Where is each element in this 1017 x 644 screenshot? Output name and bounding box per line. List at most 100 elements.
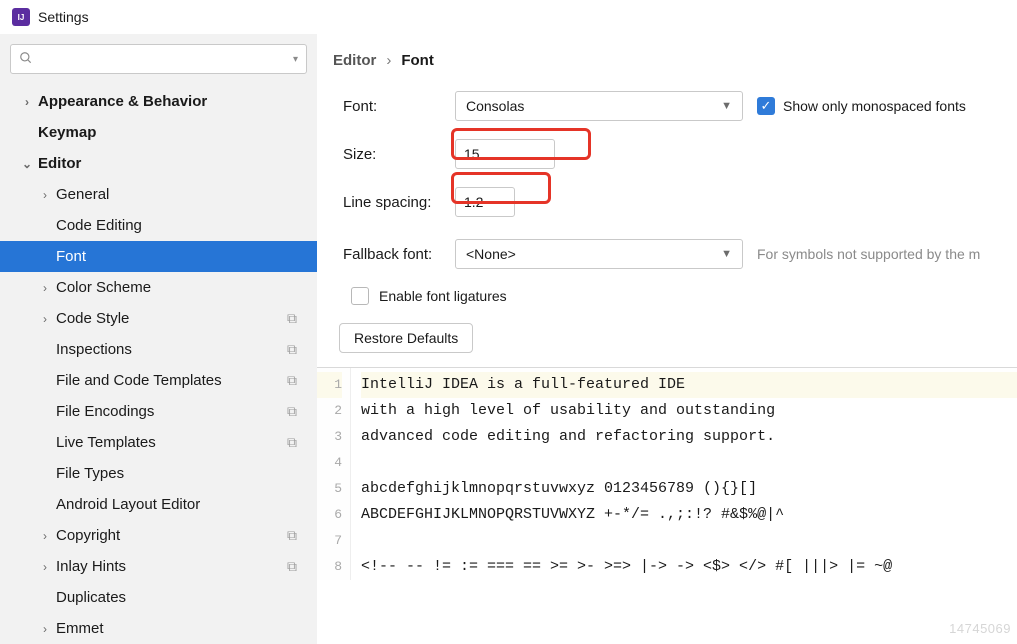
sidebar-item-code-editing[interactable]: ›Code Editing xyxy=(0,210,317,241)
sidebar-item-file-types[interactable]: ›File Types xyxy=(0,458,317,489)
sidebar-item-android-layout-editor[interactable]: ›Android Layout Editor xyxy=(0,489,317,520)
watermark: 14745069 xyxy=(949,621,1011,636)
sidebar-item-label: File and Code Templates xyxy=(56,372,222,389)
sidebar-item-duplicates[interactable]: ›Duplicates xyxy=(0,582,317,613)
sidebar-item-label: Appearance & Behavior xyxy=(38,93,207,110)
size-label: Size: xyxy=(343,146,455,163)
size-input[interactable]: 15 xyxy=(455,139,555,169)
sidebar-item-copyright[interactable]: ›Copyright⧉ xyxy=(0,520,317,551)
breadcrumb: Editor › Font xyxy=(333,52,1017,91)
sidebar-item-label: Duplicates xyxy=(56,589,126,606)
sidebar-item-label: Emmet xyxy=(56,620,104,637)
sidebar-item-code-style[interactable]: › Code Style ⧉ xyxy=(0,303,317,334)
sidebar-item-label: Font xyxy=(56,248,86,265)
sidebar-item-label: Android Layout Editor xyxy=(56,496,200,513)
search-dropdown-icon[interactable]: ▾ xyxy=(293,54,298,65)
sidebar-item-label: Keymap xyxy=(38,124,96,141)
chevron-down-icon: ▼ xyxy=(721,100,732,112)
fallback-hint: For symbols not supported by the m xyxy=(757,246,980,262)
code-line: <!-- -- != := === == >= >- >=> |-> -> <$… xyxy=(361,554,1017,580)
sidebar-item-label: General xyxy=(56,186,109,203)
gutter-line: 5 xyxy=(317,476,342,502)
sidebar-item-label: Copyright xyxy=(56,527,120,544)
scope-badge-icon: ⧉ xyxy=(287,558,297,575)
sidebar-item-label: Inspections xyxy=(56,341,132,358)
preview-code: IntelliJ IDEA is a full-featured IDEwith… xyxy=(351,368,1017,580)
scope-badge-icon: ⧉ xyxy=(287,341,297,358)
scope-badge-icon: ⧉ xyxy=(287,372,297,389)
preview-gutter: 12345678 xyxy=(317,368,351,580)
scope-badge-icon: ⧉ xyxy=(287,434,297,451)
gutter-line: 7 xyxy=(317,528,342,554)
gutter-line: 2 xyxy=(317,398,342,424)
code-line xyxy=(361,528,1017,554)
sidebar-item-label: Code Editing xyxy=(56,217,142,234)
code-line: advanced code editing and refactoring su… xyxy=(361,424,1017,450)
sidebar-item-font[interactable]: ›Font xyxy=(0,241,317,272)
code-line: IntelliJ IDEA is a full-featured IDE xyxy=(361,372,1017,398)
font-preview: 12345678 IntelliJ IDEA is a full-feature… xyxy=(317,367,1017,580)
content-pane: Editor › Font Font: Consolas ▼ ✓ Show on… xyxy=(317,34,1017,644)
sidebar-item-label: Editor xyxy=(38,155,81,172)
code-line: with a high level of usability and outst… xyxy=(361,398,1017,424)
sidebar: ▾ ›Appearance & Behavior›Keymap⌄Editor›G… xyxy=(0,34,317,644)
sidebar-item-live-templates[interactable]: ›Live Templates⧉ xyxy=(0,427,317,458)
search-box[interactable]: ▾ xyxy=(10,44,307,74)
gutter-line: 1 xyxy=(317,372,342,398)
chevron-icon: › xyxy=(20,95,34,109)
app-icon xyxy=(12,8,30,26)
code-line xyxy=(361,450,1017,476)
fallback-font-value: <None> xyxy=(466,246,516,262)
sidebar-item-label: File Types xyxy=(56,465,124,482)
font-select-value: Consolas xyxy=(466,98,524,114)
gutter-line: 8 xyxy=(317,554,342,580)
gutter-line: 4 xyxy=(317,450,342,476)
breadcrumb-parent[interactable]: Editor xyxy=(333,52,376,69)
chevron-down-icon: ▼ xyxy=(721,248,732,260)
sidebar-item-appearance-behavior[interactable]: › Appearance & Behavior xyxy=(0,86,317,117)
breadcrumb-current: Font xyxy=(401,52,433,69)
code-line: abcdefghijklmnopqrstuvwxyz 0123456789 ()… xyxy=(361,476,1017,502)
chevron-right-icon: › xyxy=(386,52,391,69)
size-value: 15 xyxy=(464,146,480,162)
line-spacing-input[interactable]: 1.2 xyxy=(455,187,515,217)
sidebar-item-inlay-hints[interactable]: › Inlay Hints ⧉ xyxy=(0,551,317,582)
gutter-line: 6 xyxy=(317,502,342,528)
sidebar-item-label: File Encodings xyxy=(56,403,154,420)
chevron-icon: › xyxy=(38,312,52,326)
font-label: Font: xyxy=(343,98,455,115)
chevron-icon: › xyxy=(38,281,52,295)
titlebar: Settings xyxy=(0,0,1017,34)
fallback-font-label: Fallback font: xyxy=(343,246,455,263)
line-spacing-value: 1.2 xyxy=(464,194,483,210)
chevron-icon: ⌄ xyxy=(20,157,34,171)
window-title: Settings xyxy=(38,9,89,25)
settings-tree: ›Appearance & Behavior›Keymap⌄Editor›Gen… xyxy=(0,82,317,644)
ligatures-checkbox[interactable] xyxy=(351,287,369,305)
gutter-line: 3 xyxy=(317,424,342,450)
font-select[interactable]: Consolas ▼ xyxy=(455,91,743,121)
sidebar-item-emmet[interactable]: › Emmet xyxy=(0,613,317,644)
sidebar-item-color-scheme[interactable]: ›Color Scheme xyxy=(0,272,317,303)
monospaced-label: Show only monospaced fonts xyxy=(783,98,966,114)
scope-badge-icon: ⧉ xyxy=(287,310,297,327)
chevron-icon: › xyxy=(38,188,52,202)
sidebar-item-keymap[interactable]: ›Keymap xyxy=(0,117,317,148)
sidebar-item-editor[interactable]: ⌄ Editor xyxy=(0,148,317,179)
sidebar-item-general[interactable]: › General xyxy=(0,179,317,210)
search-input[interactable] xyxy=(39,52,287,67)
chevron-icon: › xyxy=(38,622,52,636)
line-spacing-label: Line spacing: xyxy=(343,194,455,211)
sidebar-item-label: Code Style xyxy=(56,310,129,327)
sidebar-item-file-encodings[interactable]: ›File Encodings⧉ xyxy=(0,396,317,427)
sidebar-item-label: Inlay Hints xyxy=(56,558,126,575)
fallback-font-select[interactable]: <None> ▼ xyxy=(455,239,743,269)
chevron-icon: › xyxy=(38,560,52,574)
search-icon xyxy=(19,51,33,68)
sidebar-item-inspections[interactable]: ›Inspections⧉ xyxy=(0,334,317,365)
scope-badge-icon: ⧉ xyxy=(287,403,297,420)
code-line: ABCDEFGHIJKLMNOPQRSTUVWXYZ +-*/= .,;:!? … xyxy=(361,502,1017,528)
sidebar-item-file-and-code-templates[interactable]: ›File and Code Templates⧉ xyxy=(0,365,317,396)
monospaced-checkbox[interactable]: ✓ xyxy=(757,97,775,115)
restore-defaults-button[interactable]: Restore Defaults xyxy=(339,323,473,353)
